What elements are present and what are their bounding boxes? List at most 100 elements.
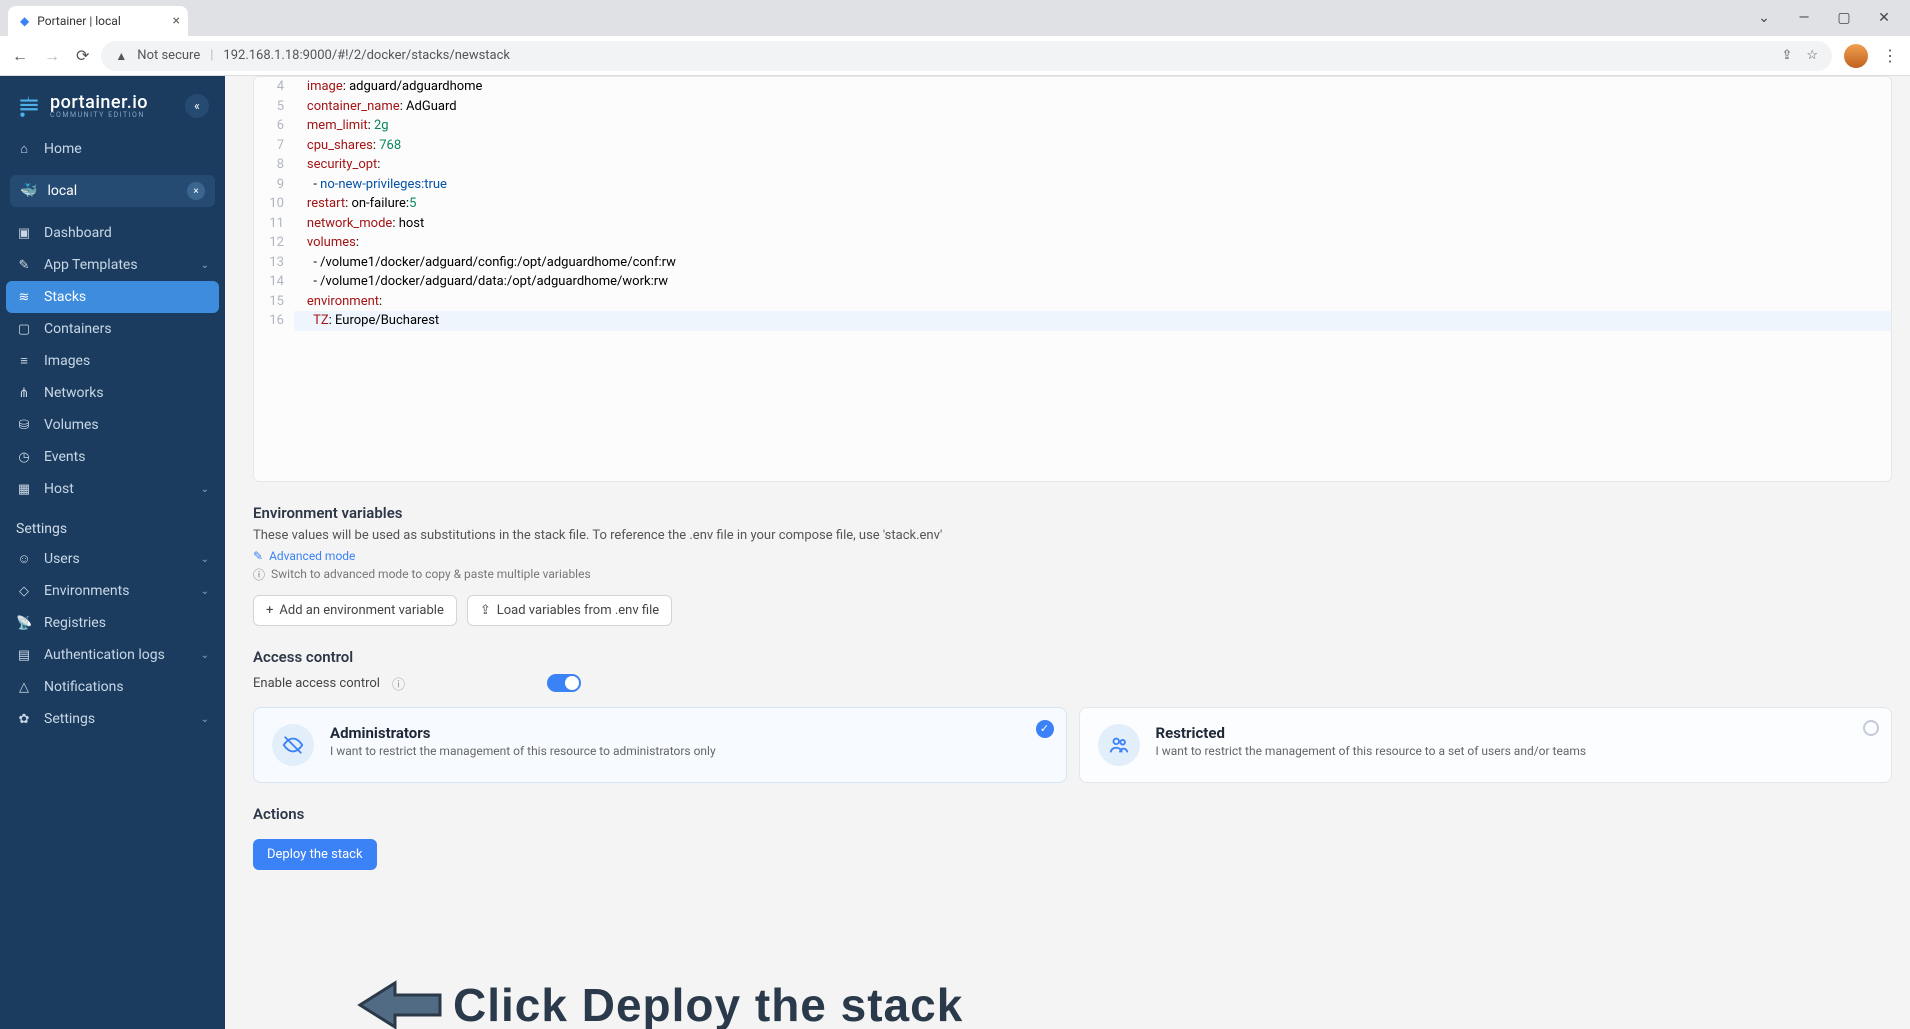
sidebar-item-label: Containers	[44, 321, 112, 337]
code-line[interactable]: 6 mem_limit: 2g	[254, 116, 1891, 136]
line-number: 9	[254, 175, 294, 195]
reload-icon[interactable]: ⟳	[76, 46, 89, 65]
line-number: 16	[254, 311, 294, 331]
sidebar-item-label: Stacks	[44, 289, 86, 305]
sidebar-item-home[interactable]: ⌂ Home	[0, 133, 225, 165]
nav-icon: ✎	[16, 258, 32, 273]
dropdown-icon[interactable]: ⌄	[1750, 10, 1778, 26]
deploy-stack-button[interactable]: Deploy the stack	[253, 839, 377, 870]
sidebar-item-containers[interactable]: ▢ Containers	[0, 313, 225, 345]
sidebar-item-environments[interactable]: ◇Environments⌄	[0, 575, 225, 607]
code-line[interactable]: 8 security_opt:	[254, 155, 1891, 175]
code-line[interactable]: 9 - no-new-privileges:true	[254, 175, 1891, 195]
actions-title: Actions	[253, 805, 1892, 823]
sidebar-item-users[interactable]: ☺Users⌄	[0, 543, 225, 575]
nav-icon: △	[16, 680, 32, 695]
star-icon[interactable]: ☆	[1806, 48, 1818, 63]
menu-icon[interactable]: ⋮	[1882, 46, 1898, 65]
home-icon: ⌂	[16, 141, 32, 157]
line-number: 6	[254, 116, 294, 136]
enable-access-label: Enable access control	[253, 676, 380, 691]
share-icon[interactable]: ⇪	[1781, 48, 1792, 63]
main-content: 4 image: adguard/adguardhome5 container_…	[225, 76, 1910, 1029]
load-env-file-button[interactable]: ⇪ Load variables from .env file	[467, 595, 672, 626]
line-number: 11	[254, 214, 294, 234]
card-title: Restricted	[1156, 724, 1587, 742]
users-icon	[1098, 724, 1140, 766]
code-line[interactable]: 15 environment:	[254, 292, 1891, 312]
profile-avatar[interactable]	[1844, 44, 1868, 68]
nav-icon: ▤	[16, 648, 32, 663]
access-card-restricted[interactable]: Restricted I want to restrict the manage…	[1079, 707, 1893, 783]
code-line[interactable]: 13 - /volume1/docker/adguard/config:/opt…	[254, 253, 1891, 273]
line-number: 5	[254, 97, 294, 117]
sidebar-item-stacks[interactable]: ≋Stacks	[6, 281, 219, 313]
forward-icon[interactable]: →	[44, 46, 60, 66]
sidebar-item-label: Host	[44, 481, 74, 497]
sidebar-item-settings[interactable]: ✿Settings⌄	[0, 703, 225, 735]
collapse-sidebar-button[interactable]: «	[185, 94, 209, 118]
code-line[interactable]: 11 network_mode: host	[254, 214, 1891, 234]
close-icon[interactable]: ×	[173, 13, 180, 29]
code-line[interactable]: 16 TZ: Europe/Bucharest	[254, 311, 1891, 331]
code-line[interactable]: 10 restart: on-failure:5	[254, 194, 1891, 214]
sidebar-item-label: Images	[44, 353, 90, 369]
yaml-editor[interactable]: 4 image: adguard/adguardhome5 container_…	[253, 76, 1892, 482]
sidebar-item-registries[interactable]: 📡Registries	[0, 607, 225, 639]
code-content: network_mode: host	[294, 214, 1891, 234]
minimize-icon[interactable]: —	[1790, 10, 1818, 26]
chevron-down-icon: ⌄	[201, 484, 209, 495]
sidebar: portainer.io COMMUNITY EDITION « ⌂ Home …	[0, 76, 225, 1029]
nav-icon: ⛁	[16, 418, 32, 433]
advanced-mode-link[interactable]: ✎ Advanced mode	[253, 549, 1892, 563]
arrow-icon	[355, 975, 445, 1029]
line-number: 13	[254, 253, 294, 273]
sidebar-item-label: Events	[44, 449, 85, 465]
brand-logo[interactable]: portainer.io COMMUNITY EDITION	[16, 92, 148, 119]
sidebar-item-label: Environments	[44, 583, 129, 599]
close-window-icon[interactable]: ✕	[1870, 10, 1898, 26]
favicon-icon: ◆	[20, 14, 29, 28]
sidebar-item-events[interactable]: ◷Events	[0, 441, 225, 473]
sidebar-item-label: Home	[44, 141, 82, 157]
code-line[interactable]: 4 image: adguard/adguardhome	[254, 77, 1891, 97]
nav-icon: ✿	[16, 712, 32, 727]
maximize-icon[interactable]: ▢	[1830, 10, 1858, 26]
access-card-administrators[interactable]: Administrators I want to restrict the ma…	[253, 707, 1067, 783]
help-icon[interactable]: ⓘ	[392, 674, 405, 693]
sidebar-item-app-templates[interactable]: ✎App Templates⌄	[0, 249, 225, 281]
access-control-toggle[interactable]	[547, 674, 581, 692]
code-line[interactable]: 12 volumes:	[254, 233, 1891, 253]
environment-chip[interactable]: 🐳 local ×	[10, 175, 215, 207]
sidebar-item-images[interactable]: ≡Images	[0, 345, 225, 377]
sidebar-item-volumes[interactable]: ⛁Volumes	[0, 409, 225, 441]
chevron-down-icon: ⌄	[201, 554, 209, 565]
code-content: restart: on-failure:5	[294, 194, 1891, 214]
code-line[interactable]: 5 container_name: AdGuard	[254, 97, 1891, 117]
warning-icon: ▲	[115, 49, 127, 63]
code-line[interactable]: 14 - /volume1/docker/adguard/data:/opt/a…	[254, 272, 1891, 292]
sidebar-item-label: Dashboard	[44, 225, 112, 241]
sidebar-item-authentication-logs[interactable]: ▤Authentication logs⌄	[0, 639, 225, 671]
code-content: - /volume1/docker/adguard/data:/opt/adgu…	[294, 272, 1891, 292]
sidebar-item-host[interactable]: ▦ Host ⌄	[0, 473, 225, 505]
line-number: 15	[254, 292, 294, 312]
sidebar-item-dashboard[interactable]: ▣Dashboard	[0, 217, 225, 249]
radio-unchecked-icon	[1863, 720, 1879, 736]
sidebar-item-notifications[interactable]: △Notifications	[0, 671, 225, 703]
line-number: 14	[254, 272, 294, 292]
line-number: 8	[254, 155, 294, 175]
close-env-icon[interactable]: ×	[187, 182, 205, 200]
nav-icon: ▦	[16, 482, 32, 497]
code-line[interactable]: 7 cpu_shares: 768	[254, 136, 1891, 156]
line-number: 7	[254, 136, 294, 156]
sidebar-item-label: Registries	[44, 615, 106, 631]
browser-toolbar: ← → ⟳ ▲ Not secure | 192.168.1.18:9000/#…	[0, 36, 1910, 76]
sidebar-item-networks[interactable]: ⋔Networks	[0, 377, 225, 409]
browser-tab[interactable]: ◆ Portainer | local ×	[8, 6, 188, 36]
url-bar[interactable]: ▲ Not secure | 192.168.1.18:9000/#!/2/do…	[101, 41, 1832, 71]
window-controls: ⌄ — ▢ ✕	[1750, 10, 1910, 26]
add-env-var-button[interactable]: + Add an environment variable	[253, 595, 457, 626]
nav-icon: ▢	[16, 322, 32, 337]
back-icon[interactable]: ←	[12, 46, 28, 66]
